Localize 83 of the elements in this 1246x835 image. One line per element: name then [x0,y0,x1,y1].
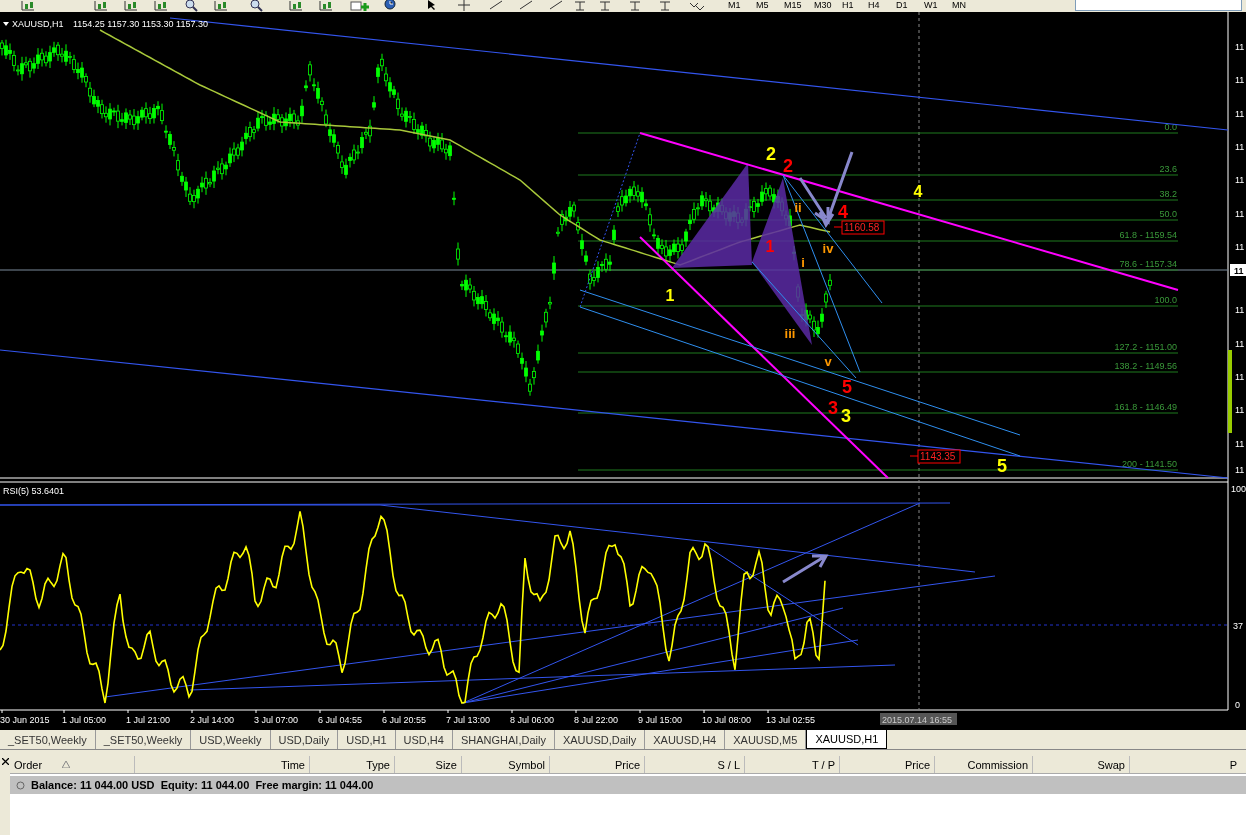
timeframe-button[interactable]: M15 [782,0,804,11]
timeframe-button[interactable]: D1 [894,0,910,11]
fibonacci-level-label: 0.0 [1164,122,1177,132]
price-axis-label: 11 [1235,109,1245,119]
fibonacci-level-label: 138.2 - 1149.56 [1114,361,1177,371]
timeframe-button[interactable]: MN [950,0,968,11]
column-header[interactable]: P [1130,756,1241,773]
price-axis-label: 11 [1235,142,1245,152]
time-axis-label: 1 Jul 05:00 [62,715,107,725]
wave-label: 1 [665,287,675,304]
column-header[interactable]: Swap [1033,756,1130,773]
fibonacci-level-label: 200 - 1141.50 [1122,459,1177,469]
time-axis-label: 2 Jul 14:00 [190,715,235,725]
wave-label: 3 [828,398,838,418]
wave-label: v [824,354,832,369]
rsi-axis-label: 0 [1235,700,1240,710]
fibonacci-level-label: 78.6 - 1157.34 [1119,259,1177,269]
time-axis-label: 30 Jun 2015 [0,715,50,725]
column-header[interactable]: Order [14,758,43,771]
rsi-axis-label: 37 [1233,621,1243,631]
timeframe-button[interactable]: M5 [754,0,771,11]
time-axis-label: 6 Jul 20:55 [382,715,427,725]
column-header[interactable]: Commission [935,756,1033,773]
ohlc-values: 1154.25 1157.30 1153.30 1157.30 [73,19,208,29]
wave-label: iv [822,241,834,256]
time-axis-label: 7 Jul 13:00 [446,715,491,725]
price-axis-label: 11 [1235,42,1245,52]
fibonacci-level-label: 100.0 [1154,295,1177,305]
wave-label: 5 [842,377,852,397]
price-axis-label: 11 [1235,209,1245,219]
price-axis-label: 11 [1235,242,1245,252]
price-axis-label: 11 [1235,372,1245,382]
wave-label: 4 [913,183,923,200]
column-header[interactable]: Size [395,756,462,773]
timeframe-button[interactable]: W1 [922,0,940,11]
time-axis-label: 9 Jul 15:00 [638,715,683,725]
current-price-label: 11 [1230,264,1246,276]
wave-label: 5 [997,456,1007,476]
price-axis-label: 11 [1235,305,1245,315]
wave-label: iii [784,326,796,341]
price-axis-label: 11 [1235,439,1245,449]
time-axis-label: 1 Jul 21:00 [126,715,171,725]
wave-label: 4 [838,202,848,222]
symbol-label: XAUUSD,H1 [12,19,64,29]
price-axis-label: 11 [1235,465,1245,475]
wave-label: ii [794,200,802,215]
column-header[interactable]: S / L [645,756,745,773]
wave-label: 1 [765,238,775,255]
wave-label: i [801,255,805,270]
time-axis-label: 3 Jul 07:00 [254,715,299,725]
timeframe-button[interactable]: H1 [840,0,856,11]
fibonacci-level-label: 38.2 [1159,189,1177,199]
column-header[interactable]: Symbol [462,756,550,773]
wave-label: 2 [783,156,793,176]
fibonacci-level-label: 23.6 [1159,164,1177,174]
price-axis-label: 11 [1235,339,1245,349]
column-header[interactable]: Price [550,756,645,773]
indicator-label: RSI(5) 53.6401 [3,486,65,496]
timeframe-button[interactable]: M30 [812,0,834,11]
fibonacci-level-label: 127.2 - 1151.00 [1114,342,1177,352]
column-header[interactable]: T / P [745,756,840,773]
wave-label: 3 [841,406,851,426]
price-axis-label: 11 [1235,175,1245,185]
column-header[interactable]: Type [310,756,395,773]
timeframe-button[interactable]: H4 [866,0,882,11]
time-axis-label: 8 Jul 06:00 [510,715,555,725]
price-axis-label: 11 [1235,75,1245,85]
fibonacci-level-label: 50.0 [1159,209,1177,219]
fibonacci-level-label: 61.8 - 1159.54 [1119,230,1177,240]
balance-summary: Balance: 11 044.00 USD Equity: 11 044.00 Free margin: 11 044.00 [31,779,374,791]
column-header[interactable]: Price [840,756,935,773]
fibonacci-level-label: 161.8 - 1146.49 [1114,402,1177,412]
wave-label: 2 [766,144,776,164]
cursor-time-label: 2015.07.14 16:55 [880,713,957,725]
column-header[interactable]: Time [135,756,310,773]
time-axis-label: 8 Jul 22:00 [574,715,619,725]
timeframe-button[interactable]: M1 [726,0,743,11]
rsi-axis-label: 100 [1231,484,1246,494]
price-axis-label: 11 [1235,405,1245,415]
chart-tab[interactable]: XAUUSD,H1 [806,730,888,749]
time-axis-label: 6 Jul 04:55 [318,715,363,725]
time-axis-label: 10 Jul 08:00 [702,715,752,725]
time-axis-label: 13 Jul 02:55 [766,715,816,725]
